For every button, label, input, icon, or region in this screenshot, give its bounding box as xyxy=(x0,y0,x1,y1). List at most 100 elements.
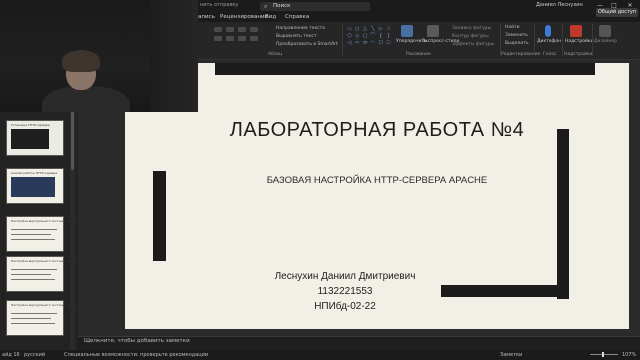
microphone-icon xyxy=(545,25,551,37)
decorative-bar xyxy=(441,285,569,297)
thumbnail-line xyxy=(11,274,51,275)
person-hair xyxy=(62,50,100,72)
addins-button[interactable]: Надстройки xyxy=(565,25,594,44)
arrange-button[interactable]: Упорядочить xyxy=(396,25,427,44)
scrollbar-thumb[interactable] xyxy=(71,110,74,170)
paragraph-group-label: Абзац xyxy=(268,52,283,57)
shape-icon[interactable]: ▭ xyxy=(346,26,353,32)
thumbnail-line xyxy=(11,323,55,324)
shape-icon[interactable]: ⬭ xyxy=(362,40,369,46)
shapes-gallery[interactable]: ▭ ○ △ ╲ ▷ ☆ ⬡ ◇ ▢ ⌒{} ◁ ⇨ ⬭ ◠ ☐ ⬠ xyxy=(346,26,392,46)
zoom-slider-thumb[interactable] xyxy=(602,352,604,357)
shape-icon[interactable]: ⇨ xyxy=(354,40,361,46)
align-left-icon[interactable] xyxy=(214,36,222,41)
designer-button[interactable]: Дизайнер xyxy=(594,25,618,44)
person-body xyxy=(42,86,130,112)
separator xyxy=(562,24,563,56)
text-direction-button[interactable]: Направление текста xyxy=(276,26,325,31)
notes-pane[interactable]: Щелкните, чтобы добавить заметки xyxy=(78,336,640,348)
thumbnail-line xyxy=(11,269,57,270)
shape-icon[interactable]: ◇ xyxy=(354,33,361,39)
shape-icon[interactable]: ○ xyxy=(354,26,361,32)
search-box[interactable]: ⌕ Поиск xyxy=(260,2,370,11)
separator xyxy=(342,24,343,56)
select-button[interactable]: Выделить xyxy=(505,41,529,46)
dictate-label: Диктофон xyxy=(537,39,562,44)
slide-thumbnail[interactable]: Настройка виртуального хостинга для HTTP… xyxy=(6,300,95,336)
notes-toggle[interactable]: Заметки xyxy=(500,352,522,358)
slide-thumbnail[interactable]: Настройка виртуального хостинга для HTTP… xyxy=(6,216,95,252)
slide-title[interactable]: ЛАБОРАТОРНАЯ РАБОТА №4 xyxy=(125,119,629,142)
addins-group-label: Надстройки xyxy=(564,52,593,57)
quick-access-text[interactable]: нить отправку xyxy=(200,2,238,8)
search-icon: ⌕ xyxy=(264,3,268,10)
tab-review[interactable]: Рецензирование xyxy=(220,14,268,20)
shape-icon[interactable]: ◠ xyxy=(370,40,377,46)
author-block[interactable]: Леснухин Даниил Дмитриевич 1132221553 НП… xyxy=(230,269,460,314)
current-slide[interactable]: ЛАБОРАТОРНАЯ РАБОТА №4 БАЗОВАЯ НАСТРОЙКА… xyxy=(125,63,629,329)
zoom-level[interactable]: 107% xyxy=(622,352,636,358)
status-bar: айд 16 русский Специальные возможности: … xyxy=(0,350,640,360)
user-name[interactable]: Даниил Леснухин xyxy=(536,2,583,8)
quick-styles-button[interactable]: Экспресс-стили xyxy=(422,25,460,44)
replace-button[interactable]: Заменить xyxy=(505,33,528,38)
align-text-button[interactable]: Выровнять текст xyxy=(276,34,316,39)
slide-subtitle[interactable]: БАЗОВАЯ НАСТРОЙКА HTTP-СЕРВЕРА APACHE xyxy=(125,175,629,186)
student-id: 1132221553 xyxy=(317,286,373,297)
find-button[interactable]: Найти xyxy=(505,25,520,30)
increase-indent-icon[interactable] xyxy=(250,27,258,32)
shape-icon[interactable]: ⬡ xyxy=(346,33,353,39)
dictate-button[interactable]: Диктофон xyxy=(537,25,562,44)
decorative-bar xyxy=(557,129,569,299)
voice-group-label: Голос xyxy=(543,52,557,57)
slide-thumbnail[interactable]: Настройка виртуального хостинга для HTTP… xyxy=(6,256,95,292)
shape-icon[interactable]: ▷ xyxy=(377,26,384,32)
shape-icon[interactable]: ⬠ xyxy=(385,40,392,46)
shape-outline-button[interactable]: Контур фигуры xyxy=(452,34,489,39)
numbering-icon[interactable] xyxy=(226,27,234,32)
tab-help[interactable]: Справка xyxy=(285,14,309,20)
smartart-button[interactable]: Преобразовать в SmartArt xyxy=(276,42,338,47)
align-center-icon[interactable] xyxy=(226,36,234,41)
arrange-icon xyxy=(401,25,413,37)
designer-label: Дизайнер xyxy=(594,39,618,44)
shape-icon[interactable]: ▢ xyxy=(362,33,369,39)
thumbnail-line xyxy=(11,313,57,314)
slide-thumbnail[interactable]: Установка HTTP-сервера xyxy=(6,120,64,156)
shape-icon[interactable]: ⌒ xyxy=(370,33,377,39)
align-right-icon[interactable] xyxy=(238,36,246,41)
justify-icon[interactable] xyxy=(250,36,258,41)
drawing-group-label: Рисование xyxy=(406,52,431,57)
shape-icon[interactable]: } xyxy=(385,33,392,39)
language-indicator[interactable]: русский xyxy=(24,352,45,358)
shape-icon[interactable]: △ xyxy=(362,26,369,32)
thumbnail-line xyxy=(11,234,51,235)
author-name: Леснухин Даниил Дмитриевич xyxy=(274,271,416,282)
bullets-icon[interactable] xyxy=(214,27,222,32)
thumbnail-screenshot xyxy=(11,129,49,149)
thumbnail-line xyxy=(11,229,57,230)
shape-icon[interactable]: ☆ xyxy=(385,26,392,32)
thumbnail-line xyxy=(11,279,55,280)
shape-effects-button[interactable]: Эффекты фигуры xyxy=(452,42,494,47)
thumbnail-caption: Анализ работы HTTP-сервера xyxy=(11,171,58,175)
quick-styles-label: Экспресс-стили xyxy=(422,39,460,44)
zoom-slider[interactable] xyxy=(590,354,618,355)
shape-icon[interactable]: ☐ xyxy=(377,40,384,46)
slide-thumbnail[interactable]: Анализ работы HTTP-сервера xyxy=(6,168,64,204)
accessibility-status[interactable]: Специальные возможности: проверьте реком… xyxy=(64,352,208,358)
quick-styles-icon xyxy=(427,25,439,37)
designer-icon xyxy=(599,25,611,37)
decrease-indent-icon[interactable] xyxy=(238,27,246,32)
thumbnail-line xyxy=(11,239,55,240)
separator xyxy=(534,24,535,56)
tab-view[interactable]: Вид xyxy=(265,14,276,20)
share-button[interactable]: Общий доступ xyxy=(596,8,638,17)
tab-record[interactable]: апись xyxy=(198,14,215,20)
shape-fill-button[interactable]: Заливка фигуры xyxy=(452,26,491,31)
shape-icon[interactable]: ╲ xyxy=(370,26,377,32)
shape-icon[interactable]: ◁ xyxy=(346,40,353,46)
slide-counter: айд 16 xyxy=(2,352,20,358)
shape-icon[interactable]: { xyxy=(377,33,384,39)
arrange-label: Упорядочить xyxy=(396,39,427,44)
